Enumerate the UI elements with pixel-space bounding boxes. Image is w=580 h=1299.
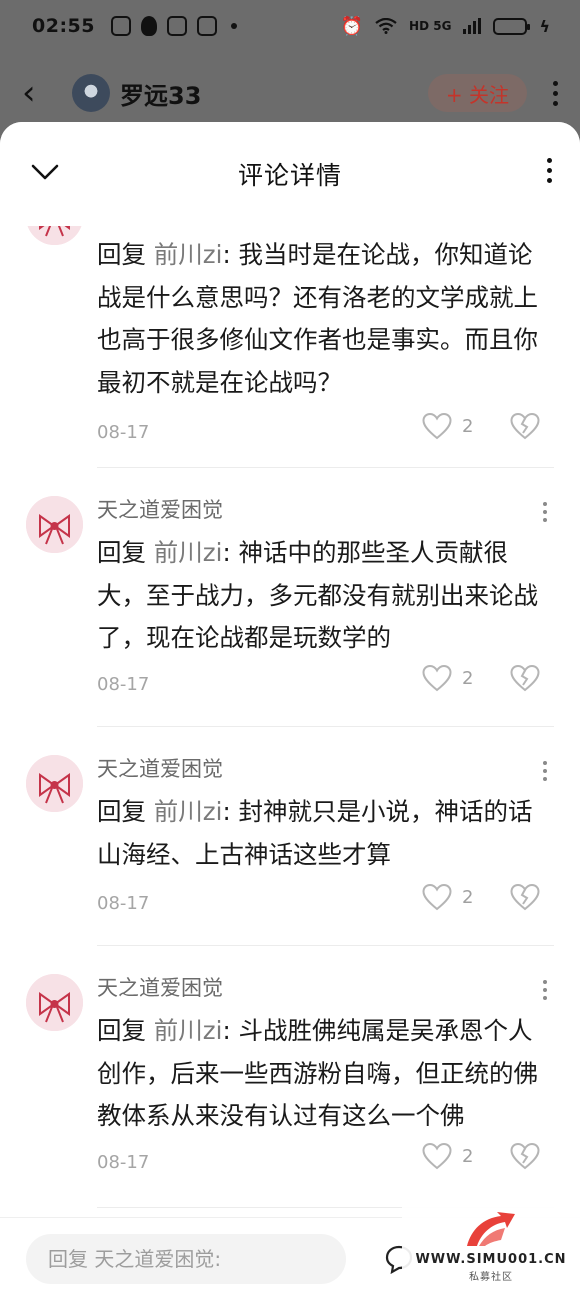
- alarm-icon: ⏰: [340, 15, 364, 37]
- comment-item: 天之道爱困觉 回复 前川zi: 斗战胜佛纯属是吴承恩个人创作，后来一些西游粉自嗨…: [0, 946, 580, 1208]
- comment-content: 回复 前川zi: 神话中的那些圣人贡献很大，至于战力，多元都没有就别出来论战了，…: [97, 532, 555, 660]
- reply-label: 回复: [97, 538, 146, 567]
- sheet-more-icon[interactable]: [547, 158, 552, 183]
- reply-label: 回复: [97, 1016, 146, 1045]
- like-button[interactable]: 2: [422, 883, 473, 911]
- follow-button[interactable]: + 关注: [427, 74, 527, 112]
- reply-label: 回复: [97, 797, 146, 826]
- comment-author[interactable]: 天之道爱困觉: [97, 753, 223, 783]
- battery-icon: [493, 17, 531, 35]
- qq-icon: [140, 16, 157, 36]
- comment-content: 回复 前川zi: 斗战胜佛纯属是吴承恩个人创作，后来一些西游粉自嗨，但正统的佛教…: [97, 1010, 555, 1138]
- comment-item: 回复 前川zi: 我当时是在论战，你知道论战是什么意思吗？还有洛老的文学成就上也…: [0, 188, 580, 468]
- site-watermark: WWW.SIMU001.CN 私募社区: [402, 1204, 580, 1299]
- comment-more-icon[interactable]: [543, 761, 547, 781]
- like-count: 2: [462, 415, 474, 437]
- avatar[interactable]: [26, 496, 83, 553]
- mail-icon: [110, 16, 131, 36]
- comment-author[interactable]: 天之道爱困觉: [97, 494, 223, 524]
- broken-heart-icon[interactable]: [510, 412, 540, 440]
- back-arrow-icon[interactable]: ‹: [22, 76, 52, 110]
- profile-header: ‹ 罗远33 + 关注: [0, 62, 580, 124]
- charging-icon: ϟ: [539, 16, 550, 36]
- like-button[interactable]: 2: [422, 412, 473, 440]
- watermark-sub: 私募社区: [469, 1272, 513, 1283]
- mention-link[interactable]: 前川zi: [154, 240, 223, 269]
- comment-more-icon[interactable]: [543, 502, 547, 522]
- heart-icon: [422, 664, 452, 692]
- bow-avatar-icon: [26, 755, 83, 812]
- mention-link[interactable]: 前川zi: [154, 1016, 223, 1045]
- heart-icon: [422, 883, 452, 911]
- watermark-url: WWW.SIMU001.CN: [415, 1252, 567, 1267]
- heart-icon: [422, 1142, 452, 1170]
- broken-heart-icon[interactable]: [510, 1142, 540, 1170]
- network-label: HD 5G: [409, 19, 452, 33]
- baidu-icon: [166, 16, 187, 36]
- chevron-down-icon[interactable]: [30, 162, 60, 182]
- comment-author[interactable]: 天之道爱困觉: [97, 972, 223, 1002]
- status-app-icons: [110, 16, 237, 36]
- more-notifications-icon: [230, 23, 237, 29]
- like-button[interactable]: 2: [422, 664, 473, 692]
- heart-icon: [422, 412, 452, 440]
- profile-name[interactable]: 罗远33: [120, 76, 201, 111]
- status-bar: 02:55 ⏰ HD 5G ϟ: [0, 0, 580, 52]
- bow-avatar-icon: [26, 496, 83, 553]
- mention-link[interactable]: 前川zi: [154, 538, 223, 567]
- comment-content: 回复 前川zi: 封神就只是小说，神话的话山海经、上古神话这些才算: [97, 791, 555, 876]
- sheet-title: 评论详情: [237, 161, 342, 190]
- comment-date: 08-17: [97, 1152, 150, 1173]
- comment-detail-sheet: 评论详情 回复 前川zi: 我当时是在论战，你知道论战是什么意思吗？还有洛老的文…: [0, 122, 580, 1299]
- reply-label: 回复: [97, 240, 146, 269]
- sheet-header: 评论详情: [0, 122, 580, 226]
- broken-heart-icon[interactable]: [510, 883, 540, 911]
- comment-more-icon[interactable]: [543, 980, 547, 1000]
- comment-date: 08-17: [97, 893, 150, 914]
- comment-item: 天之道爱困觉 回复 前川zi: 神话中的那些圣人贡献很大，至于战力，多元都没有就…: [0, 468, 580, 727]
- wifi-icon: [375, 18, 397, 34]
- comment-item: 天之道爱困觉 回复 前川zi: 封神就只是小说，神话的话山海经、上古神话这些才算…: [0, 727, 580, 946]
- avatar[interactable]: [26, 974, 83, 1031]
- screen: 02:55 ⏰ HD 5G ϟ ‹ 罗远33 + 关注 评论详情 回复 前川zi…: [0, 0, 580, 1299]
- comment-list: 回复 前川zi: 我当时是在论战，你知道论战是什么意思吗？还有洛老的文学成就上也…: [0, 188, 580, 1216]
- profile-avatar[interactable]: [72, 74, 110, 112]
- watermark-logo-icon: [467, 1212, 515, 1246]
- browser-icon: [196, 16, 217, 36]
- status-time: 02:55: [32, 15, 95, 37]
- profile-more-icon[interactable]: [553, 80, 558, 106]
- bow-avatar-icon: [26, 974, 83, 1031]
- comment-date: 08-17: [97, 674, 150, 695]
- like-count: 2: [462, 886, 474, 908]
- like-button[interactable]: 2: [422, 1142, 473, 1170]
- like-count: 2: [462, 667, 474, 689]
- comment-content: 回复 前川zi: 我当时是在论战，你知道论战是什么意思吗？还有洛老的文学成就上也…: [97, 234, 555, 404]
- broken-heart-icon[interactable]: [510, 664, 540, 692]
- status-right: ⏰ HD 5G ϟ: [341, 16, 550, 37]
- like-count: 2: [462, 1145, 474, 1167]
- avatar[interactable]: [26, 755, 83, 812]
- reply-input[interactable]: [26, 1234, 346, 1284]
- mention-link[interactable]: 前川zi: [154, 797, 223, 826]
- comment-date: 08-17: [97, 422, 150, 443]
- signal-icon: [463, 18, 482, 34]
